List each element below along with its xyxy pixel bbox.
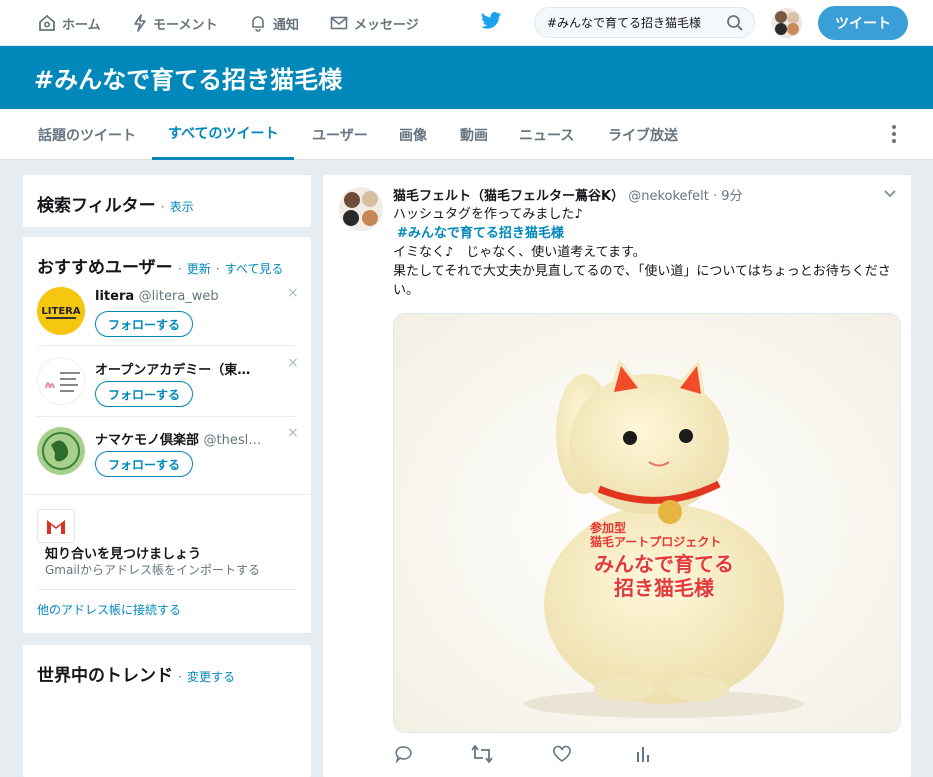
follow-button[interactable]: フォローする	[95, 381, 194, 407]
image-caption-large: 招き猫毛様	[614, 576, 714, 600]
search-icon[interactable]	[726, 14, 744, 32]
user-handle: @thesl…	[203, 433, 262, 448]
home-icon	[39, 14, 55, 31]
avatar[interactable]	[339, 187, 383, 231]
who-to-follow-module: おすすめユーザー · 更新 · すべて見る LITERA litera @lit…	[23, 237, 311, 633]
tab-videos[interactable]: 動画	[444, 109, 504, 160]
hashtag-link[interactable]: #みんなで育てる招き猫毛様	[397, 226, 564, 241]
image-caption-small: 参加型	[590, 521, 627, 535]
account-avatar[interactable]	[772, 8, 802, 38]
suggested-user[interactable]: ナマケモノ倶楽部 @thesl… フォローする ×	[37, 421, 299, 491]
user-name[interactable]: litera	[95, 289, 134, 304]
nav-messages-label: メッセージ	[354, 17, 419, 33]
tab-live[interactable]: ライブ放送	[592, 109, 694, 160]
bell-icon	[252, 16, 264, 32]
search-tabs: 話題のツイート すべてのツイート ユーザー 画像 動画 ニュース ライブ放送	[0, 109, 933, 160]
dismiss-icon[interactable]: ×	[287, 355, 299, 371]
user-handle: @litera_web	[138, 289, 219, 304]
trends-module: 世界中のトレンド · 変更する	[23, 645, 311, 777]
tweet-line: イミなく♪ じゃなく、使い道考えてます。	[393, 245, 646, 260]
nav-notifications-label: 通知	[273, 17, 300, 33]
chevron-down-icon[interactable]	[883, 187, 897, 201]
view-all-link[interactable]: すべて見る	[225, 262, 284, 276]
trends-title: 世界中のトレンド	[37, 666, 173, 686]
divider	[37, 345, 297, 346]
follow-button[interactable]: フォローする	[95, 451, 194, 477]
more-options-icon[interactable]	[892, 125, 900, 146]
twitter-bird-icon[interactable]	[480, 11, 502, 31]
avatar[interactable]	[37, 427, 85, 475]
tab-users[interactable]: ユーザー	[296, 109, 384, 160]
suggested-user[interactable]: LITERA litera @litera_web フォローする ×	[37, 281, 299, 351]
tab-images[interactable]: 画像	[383, 109, 443, 160]
divider	[23, 494, 311, 495]
follow-button[interactable]: フォローする	[95, 311, 194, 337]
tweet-line: 果たしてそれで大丈夫か見直してるので、「使い道」についてはちょっとお待ちください…	[393, 264, 891, 298]
image-caption-large: みんなで育てる	[594, 552, 734, 576]
tab-latest[interactable]: すべてのツイート	[152, 109, 295, 160]
nav-home-label: ホーム	[62, 17, 101, 33]
divider	[37, 416, 297, 417]
tweet-line: ハッシュタグを作ってみました♪	[393, 207, 583, 222]
page-title: #みんなで育てる招き猫毛様	[34, 66, 343, 94]
search-filter-module: 検索フィルター · 表示	[23, 175, 311, 227]
gmail-icon[interactable]	[37, 509, 75, 543]
tweet-author-handle[interactable]: @nekokefelt	[628, 189, 709, 204]
search-input[interactable]: #みんなで育てる招き猫毛様	[534, 7, 755, 38]
mail-icon	[330, 16, 348, 30]
reply-icon[interactable]	[395, 745, 413, 763]
analytics-icon[interactable]	[635, 745, 651, 763]
nav-notifications[interactable]: 通知	[249, 0, 299, 46]
retweet-icon[interactable]	[471, 745, 493, 763]
top-navigation: ホーム モーメント 通知 メッセージ #みんなで育てる招き猫毛様 ツイート	[0, 0, 933, 46]
connect-other-address-book-link[interactable]: 他のアドレス帳に接続する	[37, 601, 181, 618]
search-filter-title: 検索フィルター	[37, 196, 156, 216]
avatar[interactable]: LITERA	[37, 287, 85, 335]
nav-moments[interactable]: モーメント	[133, 0, 217, 46]
find-friends-title[interactable]: 知り合いを見つけましょう	[45, 543, 201, 562]
dismiss-icon[interactable]: ×	[287, 285, 299, 301]
tab-top[interactable]: 話題のツイート	[22, 109, 152, 160]
tweet-timestamp[interactable]: 9分	[721, 189, 742, 204]
dismiss-icon[interactable]: ×	[287, 425, 299, 441]
divider	[37, 589, 297, 590]
tweet-header: 猫毛フェルト（猫毛フェルター蔦谷K） @nekokefelt · 9分	[393, 189, 743, 204]
search-filter-show-link[interactable]: 表示	[170, 200, 194, 214]
svg-text:LITERA: LITERA	[41, 306, 80, 317]
user-name[interactable]: オープンアカデミー（東…	[95, 363, 250, 378]
change-trends-link[interactable]: 変更する	[187, 670, 235, 684]
search-header: #みんなで育てる招き猫毛様	[0, 46, 933, 109]
image-caption-small: 猫毛アートプロジェクト	[590, 535, 722, 549]
tab-news[interactable]: ニュース	[503, 109, 590, 160]
tweet[interactable]: 猫毛フェルト（猫毛フェルター蔦谷K） @nekokefelt · 9分 ハッシュ…	[323, 175, 911, 777]
search-value: #みんなで育てる招き猫毛様	[547, 16, 702, 30]
nav-moments-label: モーメント	[153, 17, 218, 33]
who-to-follow-title: おすすめユーザー	[37, 258, 173, 278]
find-friends-subtitle[interactable]: Gmailからアドレス帳をインポートする	[45, 561, 260, 578]
avatar[interactable]	[37, 357, 85, 405]
user-name[interactable]: ナマケモノ倶楽部	[95, 433, 199, 448]
tweet-author-name[interactable]: 猫毛フェルト（猫毛フェルター蔦谷K）	[393, 189, 624, 204]
nav-messages[interactable]: メッセージ	[330, 0, 419, 46]
tweet-image[interactable]: 参加型 猫毛アートプロジェクト みんなで育てる 招き猫毛様	[393, 313, 901, 733]
refresh-link[interactable]: 更新	[187, 262, 211, 276]
like-heart-icon[interactable]	[553, 745, 571, 763]
suggested-user[interactable]: オープンアカデミー（東… フォローする ×	[37, 351, 299, 421]
lightning-icon	[134, 14, 146, 32]
nav-home[interactable]: ホーム	[38, 0, 101, 46]
tweet-text: ハッシュタグを作ってみました♪ #みんなで育てる招き猫毛様 イミなく♪ じゃなく…	[393, 205, 913, 300]
compose-tweet-button[interactable]: ツイート	[818, 6, 908, 40]
